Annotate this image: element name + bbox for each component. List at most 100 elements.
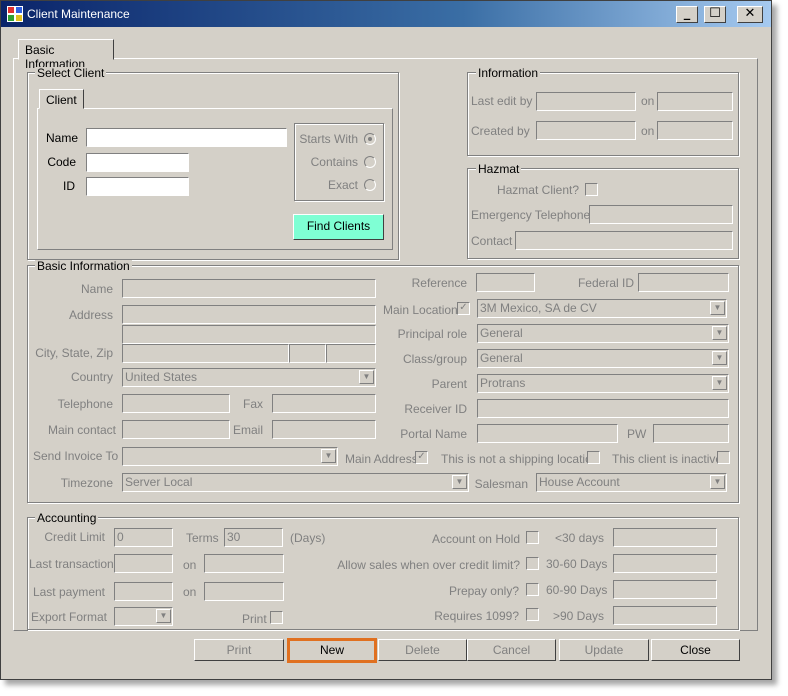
title-bar[interactable]: Client Maintenance _ ☐ ✕ [1,1,771,27]
id-input[interactable] [86,177,189,196]
contains-label: Contains [310,155,358,169]
exact-label: Exact [327,178,358,192]
days-label: (Days) [290,531,326,545]
last-transaction-on-label: on [183,558,197,572]
send-invoice-select[interactable]: ▼ [122,447,338,466]
chevron-down-icon: ▼ [710,301,725,315]
print-button[interactable]: Print [194,639,284,661]
code-input[interactable] [86,153,189,172]
prepay-only-checkbox[interactable] [526,583,539,596]
country-select[interactable]: United States ▼ [122,368,376,387]
created-on-label: on [641,124,655,138]
last-transaction-field [114,554,173,573]
client-maintenance-window: Client Maintenance _ ☐ ✕ Basic Informati… [0,0,772,680]
60-90-days-label: 60-90 Days [546,583,608,597]
export-format-select[interactable]: ▼ [114,607,173,626]
last-payment-field [114,582,173,601]
principal-role-value: General [480,326,523,340]
main-address-label: Main Address [345,452,418,466]
not-shipping-label: This is not a shipping location [441,452,599,466]
exact-radio[interactable] [364,179,376,191]
inactive-label: This client is inactive [612,452,723,466]
city-state-zip-label: City, State, Zip [35,346,113,360]
main-location-checkbox[interactable]: ✓ [457,302,470,315]
export-format-label: Export Format [31,610,108,624]
last-edit-field [536,92,636,111]
hazmat-client-label: Hazmat Client? [496,183,579,197]
requires-1099-label: Requires 1099? [434,609,519,623]
salesman-select[interactable]: House Account ▼ [536,473,727,492]
fax-label: Fax [242,397,263,411]
pw-field [653,424,729,443]
inactive-checkbox[interactable] [717,451,730,464]
chevron-down-icon: ▼ [710,475,725,489]
chevron-down-icon: ▼ [359,370,374,384]
name-input[interactable] [86,128,287,147]
not-shipping-checkbox[interactable] [587,451,600,464]
parent-select[interactable]: Protrans ▼ [477,374,729,393]
city-field [122,344,289,363]
country-label: Country [70,370,113,384]
minimize-button[interactable]: _ [676,6,698,23]
30-60-days-field [613,554,717,573]
cancel-button[interactable]: Cancel [467,639,556,661]
hazmat-contact-field [515,231,733,250]
portal-name-label: Portal Name [400,427,467,441]
last-payment-label: Last payment [32,585,105,599]
hazmat-client-checkbox[interactable] [585,183,598,196]
telephone-field [122,394,230,413]
terms-field: 30 [224,528,283,547]
new-button[interactable]: New [287,638,377,663]
account-on-hold-checkbox[interactable] [526,531,539,544]
print-label: Print [242,612,267,626]
tab-client[interactable]: Client [39,89,84,109]
window-title: Client Maintenance [27,7,130,21]
starts-with-label: Starts With [299,132,358,146]
tab-basic-information[interactable]: Basic Information [18,39,114,71]
created-by-label: Created by [471,124,530,138]
country-value: United States [125,370,198,384]
close-window-button[interactable]: ✕ [737,6,763,23]
under-30-days-label: <30 days [554,531,604,545]
salesman-label: Salesman [474,477,528,491]
credit-limit-field: 0 [114,528,173,547]
created-date-field [657,121,733,140]
federal-id-label: Federal ID [577,276,634,290]
print-checkbox[interactable] [270,611,283,624]
contains-radio[interactable] [364,156,376,168]
basic-information-legend: Basic Information [35,259,132,273]
created-by-field [536,121,636,140]
chevron-down-icon: ▼ [321,449,336,463]
under-30-days-field [613,528,717,547]
last-edit-on-label: on [641,94,655,108]
last-payment-date-field [204,582,284,601]
class-group-select[interactable]: General ▼ [477,349,729,368]
principal-role-label: Principal role [397,327,467,341]
accounting-legend: Accounting [35,511,99,525]
update-button[interactable]: Update [559,639,649,661]
email-field [272,420,376,439]
chevron-down-icon: ▼ [712,326,727,340]
principal-role-select[interactable]: General ▼ [477,324,729,343]
class-group-label: Class/group [402,352,467,366]
account-on-hold-label: Account on Hold [431,532,520,546]
starts-with-radio[interactable] [364,133,376,145]
requires-1099-checkbox[interactable] [526,608,539,621]
last-payment-on-label: on [183,585,197,599]
find-clients-button[interactable]: Find Clients [293,214,384,240]
maximize-button[interactable]: ☐ [704,6,726,23]
main-address-checkbox[interactable]: ✓ [415,451,428,464]
basic-name-label: Name [80,282,113,296]
delete-button[interactable]: Delete [378,639,467,661]
parent-value: Protrans [480,376,526,390]
last-edit-label: Last edit by [471,94,533,108]
pw-label: PW [627,427,647,441]
chevron-down-icon: ▼ [452,475,467,489]
close-button[interactable]: Close [651,639,740,661]
state-field [289,344,326,363]
over-limit-checkbox[interactable] [526,557,539,570]
main-location-select[interactable]: 3M Mexico, SA de CV ▼ [477,299,727,318]
telephone-label: Telephone [57,397,113,411]
emergency-telephone-label: Emergency Telephone [471,208,591,222]
timezone-select[interactable]: Server Local ▼ [122,473,469,492]
